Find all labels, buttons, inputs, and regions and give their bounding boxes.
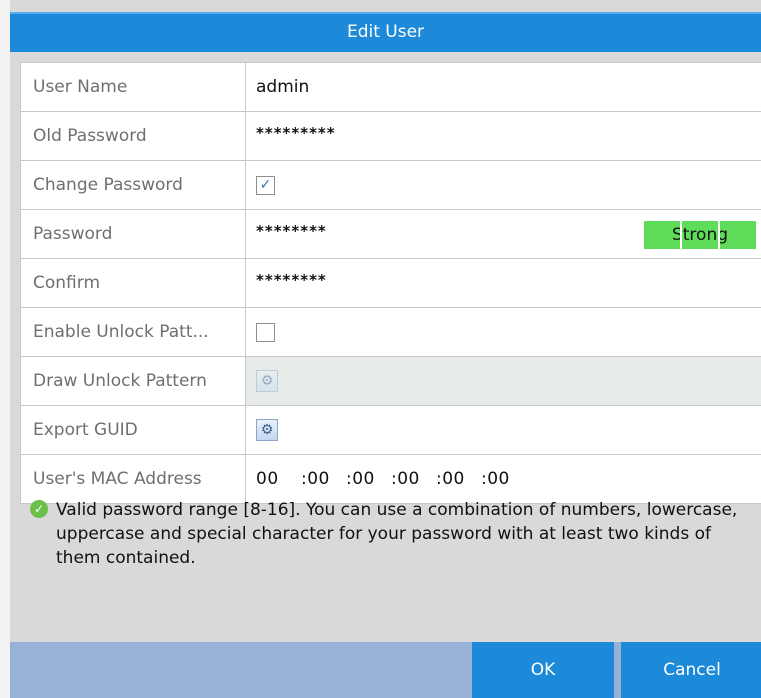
password-strength-indicator: Strong xyxy=(644,221,756,249)
mac-segment: 00 xyxy=(256,469,279,489)
gear-icon: ⚙ xyxy=(260,373,274,389)
mac-address-value: 00 :00 :00 :00 :00 :00 xyxy=(256,469,526,489)
title-highlight xyxy=(10,12,761,14)
change-password-label: Change Password xyxy=(20,161,246,209)
change-password-checkbox[interactable]: ✓ xyxy=(256,175,275,195)
mac-segment: :00 xyxy=(301,469,330,489)
old-password-label: Old Password xyxy=(20,112,246,160)
row-user-name: User Name admin xyxy=(20,63,761,112)
mac-address-field[interactable]: 00 :00 :00 :00 :00 :00 xyxy=(246,455,761,503)
mac-segment: :00 xyxy=(436,469,465,489)
user-form: User Name admin Old Password ********* C… xyxy=(20,62,761,504)
export-guid-cell: ⚙ xyxy=(246,406,761,454)
row-password: Password ******** Strong xyxy=(20,210,761,259)
row-export-guid: Export GUID ⚙ xyxy=(20,406,761,455)
user-name-label: User Name xyxy=(20,63,246,111)
dialog-title-bar: Edit User xyxy=(10,12,761,52)
old-password-field[interactable]: ********* xyxy=(246,112,761,160)
password-field[interactable]: ******** Strong xyxy=(246,210,761,258)
draw-unlock-pattern-button[interactable]: ⚙ xyxy=(256,370,278,392)
ok-button[interactable]: OK xyxy=(472,642,614,698)
confirm-value: ******** xyxy=(256,271,327,289)
draw-unlock-pattern-cell: ⚙ xyxy=(246,357,761,405)
draw-unlock-pattern-label: Draw Unlock Pattern xyxy=(20,357,246,405)
user-name-field[interactable]: admin xyxy=(246,63,761,111)
mac-address-label: User's MAC Address xyxy=(20,455,246,503)
old-password-value: ********* xyxy=(256,124,336,142)
mac-segment: :00 xyxy=(346,469,375,489)
user-name-value: admin xyxy=(256,77,310,97)
row-confirm: Confirm ******** xyxy=(20,259,761,308)
gear-icon: ⚙ xyxy=(260,422,274,438)
password-value: ******** xyxy=(256,222,327,240)
row-change-password: Change Password ✓ xyxy=(20,161,761,210)
left-edge xyxy=(0,0,10,698)
password-hint: ✓ Valid password range [8-16]. You can u… xyxy=(30,498,740,570)
password-label: Password xyxy=(20,210,246,258)
strength-divider xyxy=(680,221,682,249)
check-circle-icon: ✓ xyxy=(30,500,48,518)
dialog-title: Edit User xyxy=(346,22,425,42)
strength-divider xyxy=(718,221,720,249)
edit-user-dialog: Edit User User Name admin Old Password *… xyxy=(0,0,761,698)
password-hint-text: Valid password range [8-16]. You can use… xyxy=(56,500,738,568)
change-password-cell: ✓ xyxy=(246,161,761,209)
cancel-button[interactable]: Cancel xyxy=(621,642,761,698)
checkmark-icon: ✓ xyxy=(259,177,272,193)
mac-segment: :00 xyxy=(481,469,510,489)
mac-segment: :00 xyxy=(391,469,420,489)
export-guid-button[interactable]: ⚙ xyxy=(256,419,278,441)
confirm-label: Confirm xyxy=(20,259,246,307)
row-draw-unlock-pattern: Draw Unlock Pattern ⚙ xyxy=(20,357,761,406)
enable-unlock-pattern-label: Enable Unlock Patt... xyxy=(20,308,246,356)
row-old-password: Old Password ********* xyxy=(20,112,761,161)
enable-unlock-pattern-cell xyxy=(246,308,761,356)
confirm-field[interactable]: ******** xyxy=(246,259,761,307)
row-enable-unlock-pattern: Enable Unlock Patt... xyxy=(20,308,761,357)
row-mac-address: User's MAC Address 00 :00 :00 :00 :00 :0… xyxy=(20,455,761,504)
export-guid-label: Export GUID xyxy=(20,406,246,454)
enable-unlock-pattern-checkbox[interactable] xyxy=(256,322,275,342)
